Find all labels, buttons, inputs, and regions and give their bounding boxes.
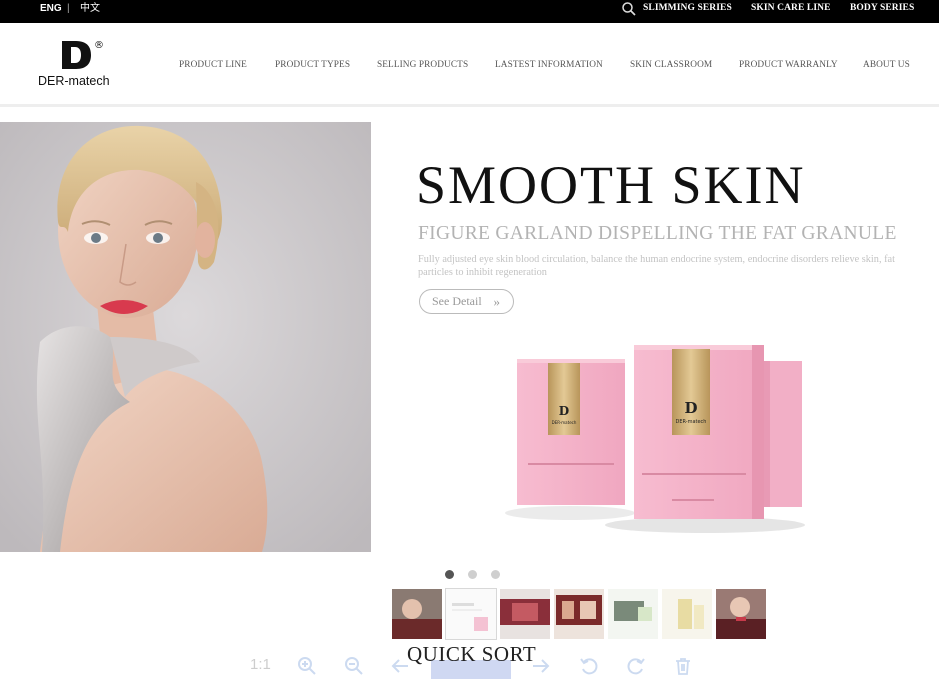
thumbnail[interactable] — [662, 589, 712, 639]
series-link-slimming[interactable]: SLIMMING SERIES — [643, 0, 732, 17]
banner-subheadline: FIGURE GARLAND DISPELLING THE FAT GRANUL… — [418, 223, 897, 244]
thumbnail[interactable] — [500, 589, 550, 639]
thumbnail[interactable] — [608, 589, 658, 639]
zoom-in-icon[interactable] — [297, 656, 317, 676]
series-link-body[interactable]: BODY SERIES — [850, 0, 914, 17]
site-header: ® DER-matech PRODUCT LINE PRODUCT TYPES … — [0, 23, 939, 107]
nav-product-warranty[interactable]: PRODUCT WARRANLY — [739, 60, 838, 70]
nav-latest-information[interactable]: LASTEST INFORMATION — [495, 60, 603, 70]
banner-headline: SMOOTH SKIN — [416, 155, 806, 215]
nav-product-types[interactable]: PRODUCT TYPES — [275, 60, 350, 70]
nav-product-line[interactable]: PRODUCT LINE — [179, 60, 247, 70]
see-detail-button[interactable]: See Detail » — [419, 289, 514, 314]
slider-dot[interactable] — [491, 570, 500, 579]
product-boxes-image: D DER-matech D DER-matech — [505, 345, 805, 533]
trash-icon[interactable] — [673, 656, 693, 676]
thumbnail[interactable] — [716, 589, 766, 639]
nav-about-us[interactable]: ABOUT US — [863, 60, 910, 70]
nav-selling-products[interactable]: SELLING PRODUCTS — [377, 60, 468, 70]
double-chevron-right-icon: » — [493, 294, 501, 309]
lang-english-link[interactable]: ENG — [40, 0, 62, 23]
lang-chinese-link[interactable]: 中文 — [80, 0, 100, 23]
svg-text:D: D — [559, 404, 569, 418]
svg-text:D: D — [684, 399, 697, 417]
banner-description: Fully adjusted eye skin blood circulatio… — [418, 254, 895, 278]
thumbnail[interactable] — [445, 588, 497, 640]
zoom-out-icon[interactable] — [344, 656, 364, 676]
rotate-right-icon[interactable] — [626, 656, 646, 676]
logo-registered-mark: ® — [94, 40, 104, 51]
brand-logo[interactable]: ® DER-matech — [38, 39, 120, 95]
svg-text:DER-matech: DER-matech — [676, 419, 707, 425]
nav-skin-classroom[interactable]: SKIN CLASSROOM — [630, 60, 712, 70]
series-link-skin-care[interactable]: SKIN CARE LINE — [751, 0, 831, 17]
slider-dot[interactable] — [445, 570, 454, 579]
svg-text:DER-matech: DER-matech — [552, 420, 577, 425]
logo-mark — [62, 41, 91, 69]
thumbnail[interactable] — [392, 589, 442, 639]
search-icon[interactable] — [621, 1, 637, 17]
banner-model-photo — [0, 122, 371, 552]
see-detail-label: See Detail — [432, 294, 482, 308]
quick-sort-heading: QUICK SORT — [407, 642, 537, 666]
actual-size-button[interactable]: 1:1 — [250, 656, 271, 673]
thumbnail[interactable] — [554, 589, 604, 639]
top-bar: ENG | 中文 SLIMMING SERIES SKIN CARE LINE … — [0, 0, 939, 23]
logo-text: DER-matech — [38, 74, 110, 88]
rotate-left-icon[interactable] — [579, 656, 599, 676]
slider-dot[interactable] — [468, 570, 477, 579]
lang-separator: | — [67, 3, 70, 14]
